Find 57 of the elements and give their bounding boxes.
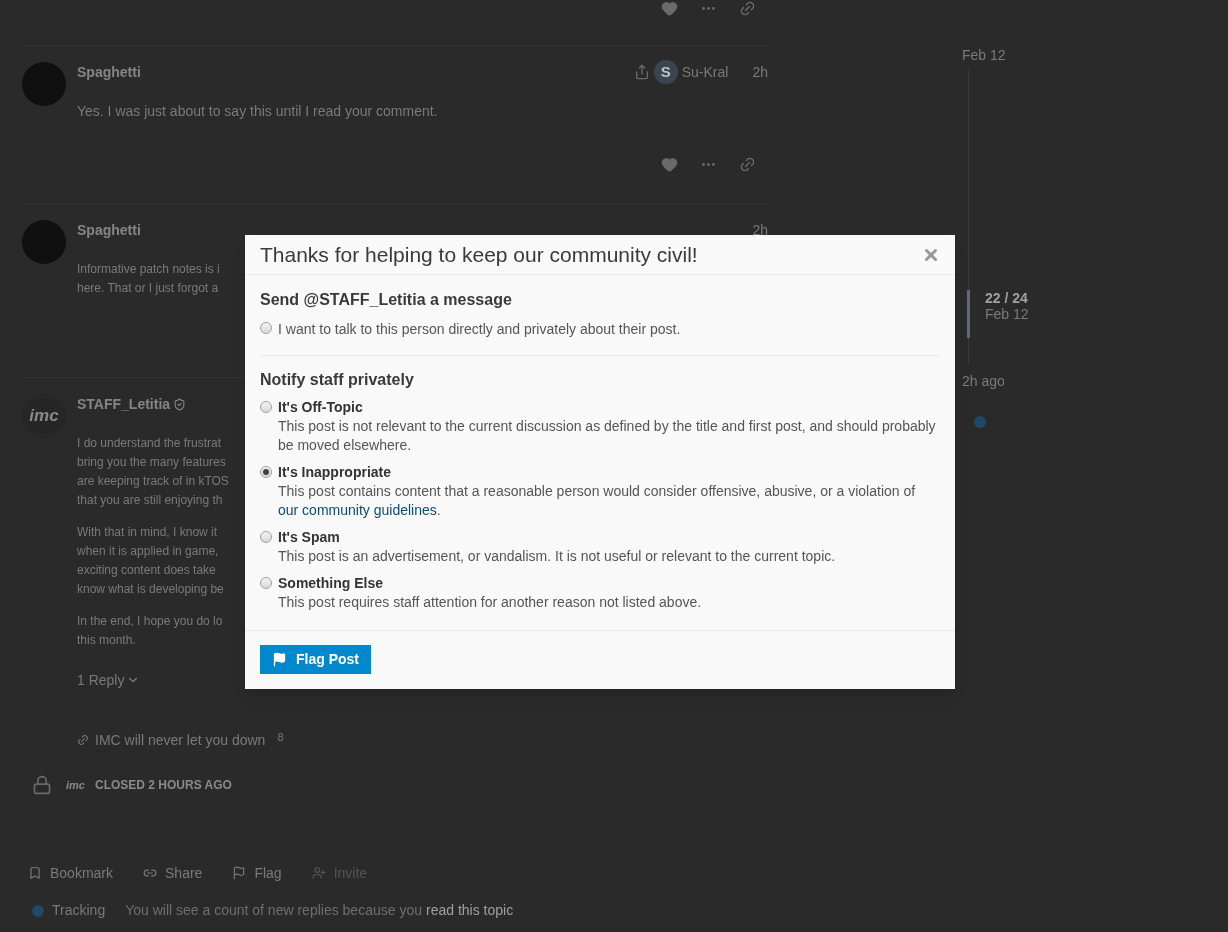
radio-button[interactable]	[260, 531, 272, 543]
option-title[interactable]: It's Inappropriate	[278, 463, 940, 482]
option-label[interactable]: I want to talk to this person directly and privately about their post.	[278, 319, 681, 340]
option-title[interactable]: Something Else	[278, 574, 702, 593]
option-title[interactable]: It's Off-Topic	[278, 398, 940, 417]
radio-button[interactable]	[260, 466, 272, 478]
closed-notice: CLOSED 2 HOURS AGO	[94, 777, 232, 794]
footer-button[interactable]: Bookmark	[18, 858, 124, 888]
reply-avatar[interactable]: S	[653, 60, 678, 84]
guidelines-link[interactable]: our community guidelines	[278, 502, 437, 518]
option-description: This post is not relevant to the current discussion as defined by the title and first post, and should probably be moved elsewhere.	[278, 417, 937, 455]
reply-arrow-icon	[633, 64, 650, 80]
bookmark-icon	[28, 866, 42, 880]
radio-button[interactable]	[260, 401, 272, 413]
reply-username[interactable]: Su-Kral	[681, 61, 729, 83]
click-count: 8	[277, 729, 284, 745]
post-paragraph: In the end, I hope you do lo this month.	[77, 613, 223, 649]
radio-button[interactable]	[260, 322, 272, 334]
like-icon[interactable]	[661, 156, 678, 173]
post-paragraph: With that in mind, I know it when it is applied in game, exciting content does take know what is developing be	[77, 524, 224, 598]
logo-avatar[interactable]: imc	[66, 776, 85, 794]
section-heading: Send @STAFF_Letitia a message	[260, 290, 513, 310]
post-paragraph: I do understand the frustrat bring you the many features are keeping track of in kTOS that you are still enjoying th	[77, 435, 229, 509]
footer-button[interactable]: Flag	[222, 858, 292, 888]
option-description: This post contains content that a reasonable person would consider offensive, abusive, or a violation of our community guidelines.	[278, 482, 917, 520]
topic-link[interactable]: IMC will never let you down	[95, 729, 266, 751]
option-description: This post is an advertisement, or vandalism. It is not useful or relevant to the current topic.	[278, 547, 836, 566]
username[interactable]: Spaghetti	[77, 219, 141, 241]
username[interactable]: STAFF_Letitia	[77, 393, 171, 415]
flag-icon	[272, 652, 287, 667]
read-topic-link[interactable]: read this topic	[425, 900, 514, 921]
invite-icon	[311, 866, 326, 880]
avatar[interactable]	[22, 220, 66, 264]
timeline-end-date[interactable]: 2h ago	[962, 371, 1029, 392]
logo-avatar[interactable]: imc	[22, 394, 66, 438]
dialog-title: Thanks for helping to keep our community civil!	[260, 241, 698, 268]
username[interactable]: Spaghetti	[77, 61, 141, 83]
option-title[interactable]: It's Spam	[278, 528, 836, 547]
like-icon[interactable]	[661, 0, 678, 17]
lock-icon	[32, 775, 52, 795]
timeline-date: Feb 12	[985, 306, 1029, 322]
post-paragraph: Yes. I was just about to say this until I read your comment.	[77, 102, 438, 121]
footer-button[interactable]: Share	[133, 858, 213, 888]
timeline-start-date[interactable]: Feb 12	[962, 45, 1029, 66]
flag-post-button[interactable]: Flag Post	[260, 645, 371, 674]
flag-icon	[232, 866, 247, 880]
post-position: 22 / 24	[985, 290, 1029, 306]
option-description: This post requires staff attention for another reason not listed above.	[278, 593, 702, 612]
replies-toggle[interactable]: 1 Reply	[77, 669, 125, 691]
post-paragraph: Informative patch notes is i here. That or I just forgot a	[77, 261, 220, 297]
section-heading: Notify staff privately	[260, 370, 415, 390]
post-time[interactable]: 2h	[752, 61, 768, 83]
timeline-handle[interactable]	[967, 290, 970, 338]
avatar[interactable]	[22, 62, 66, 106]
tracking-label[interactable]: Tracking	[52, 900, 106, 921]
tracking-description: You will see a count of new replies because you	[125, 901, 422, 920]
radio-button[interactable]	[260, 577, 272, 589]
